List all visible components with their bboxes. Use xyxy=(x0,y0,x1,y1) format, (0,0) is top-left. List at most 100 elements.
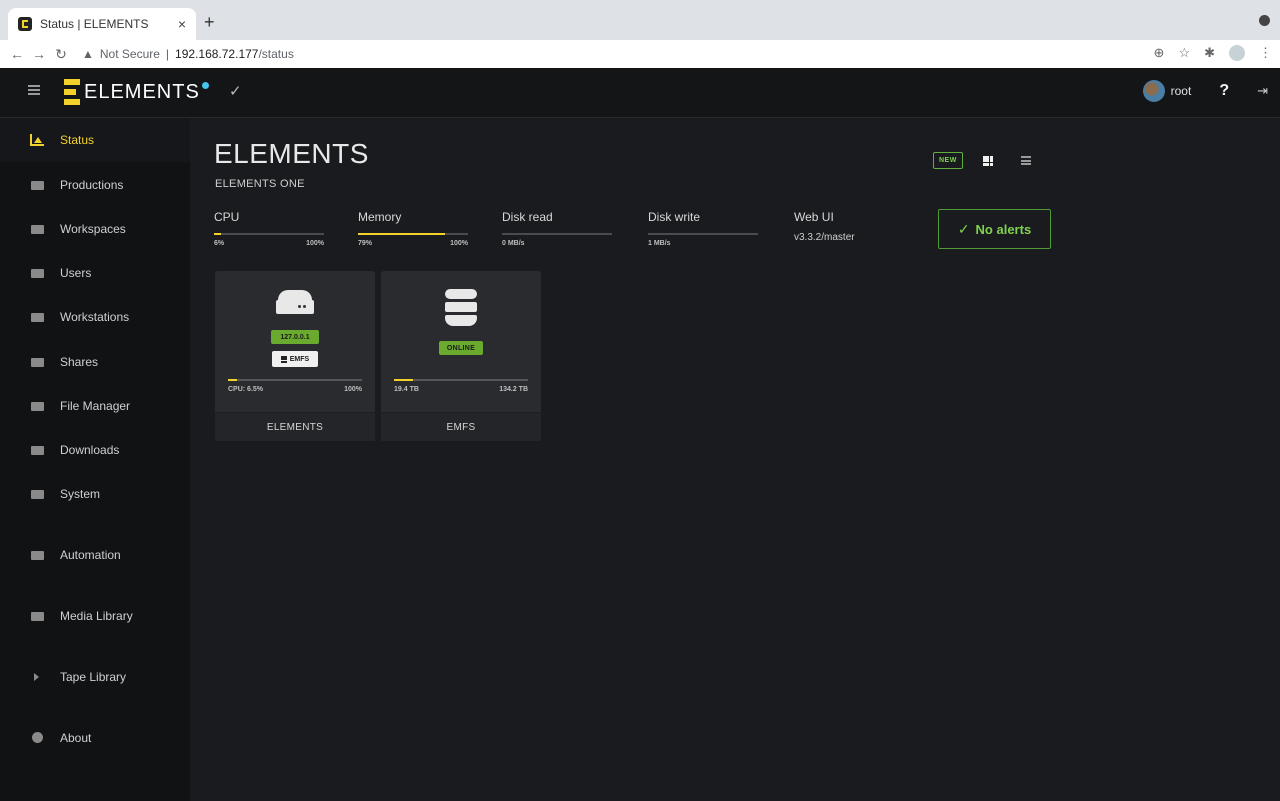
sidebar-item-about[interactable]: About xyxy=(0,716,190,760)
url-separator: | xyxy=(165,47,170,61)
sidebar-item-label: File Manager xyxy=(60,399,131,413)
cpu-value: CPU: 6.5% xyxy=(228,386,264,393)
hamburger-menu-icon[interactable] xyxy=(28,85,40,95)
share-icon xyxy=(30,356,46,368)
metric-bar xyxy=(358,233,468,235)
metric-min: 1 MB/s xyxy=(648,240,671,247)
folder-icon xyxy=(30,223,46,235)
grid-view-icon[interactable] xyxy=(982,155,993,166)
more-menu-icon[interactable]: ⋮ xyxy=(1259,45,1272,61)
storage-bar xyxy=(394,379,528,381)
elements-favicon-icon xyxy=(18,17,32,31)
metric-label: Disk write xyxy=(648,210,701,224)
alerts-label: No alerts xyxy=(975,221,1032,237)
user-name[interactable]: root xyxy=(1171,84,1192,98)
url-path: /status xyxy=(258,47,294,61)
online-badge: ONLINE xyxy=(439,341,483,355)
new-tab-button[interactable]: + xyxy=(204,12,215,33)
page-subtitle: ELEMENTS ONE xyxy=(215,178,305,190)
tab-close-icon[interactable]: × xyxy=(178,16,186,32)
database-icon xyxy=(280,355,287,363)
logo-text: ELEMENTS xyxy=(84,80,200,103)
warning-icon: ▲ xyxy=(82,47,94,61)
metric-min: 79% xyxy=(358,240,373,247)
sidebar-item-file-manager[interactable]: File Manager xyxy=(0,384,190,428)
wrench-icon xyxy=(30,488,46,500)
browser-tabbar: Status | ELEMENTS × + xyxy=(0,0,1280,40)
elements-logo[interactable]: ELEMENTS xyxy=(64,79,209,105)
alerts-button[interactable]: ✓ No alerts xyxy=(938,209,1051,249)
sidebar-item-label: Downloads xyxy=(60,443,120,457)
sidebar-item-system[interactable]: System xyxy=(0,472,190,516)
address-bar: ← → ↻ ▲ Not Secure | 192.168.72.177 /sta… xyxy=(0,40,1280,68)
help-icon[interactable]: ? xyxy=(1219,82,1229,100)
back-icon[interactable]: ← xyxy=(6,46,28,62)
sidebar-item-workspaces[interactable]: Workspaces xyxy=(0,207,190,251)
metric-bar xyxy=(214,233,324,235)
metric-max: 100% xyxy=(450,240,468,247)
network-icon xyxy=(30,311,46,323)
forward-icon[interactable]: → xyxy=(28,46,50,62)
database-icon xyxy=(445,289,477,327)
metric-min: 6% xyxy=(214,240,225,247)
view-toggles: NEW xyxy=(933,152,1031,169)
sidebar-item-label: Automation xyxy=(60,548,121,562)
profile-avatar[interactable] xyxy=(1229,45,1245,61)
sidebar-item-productions[interactable]: Productions xyxy=(0,163,190,207)
browser-tab[interactable]: Status | ELEMENTS × xyxy=(8,8,196,40)
web-ui-metric: Web UI v3.3.2/master xyxy=(794,210,904,243)
sidebar-item-status[interactable]: Status xyxy=(0,118,190,162)
metric-label: Memory xyxy=(358,210,402,224)
url-field[interactable]: ▲ Not Secure | 192.168.72.177 /status xyxy=(82,47,294,61)
volume-card-emfs[interactable]: ONLINE 19.4 TB 134.2 TB EMFS xyxy=(381,271,541,441)
sidebar-item-label: Shares xyxy=(60,355,99,369)
user-avatar[interactable] xyxy=(1142,80,1165,102)
folders-icon xyxy=(30,400,46,412)
metric-label: Web UI xyxy=(794,210,834,224)
sidebar-item-shares[interactable]: Shares xyxy=(0,340,190,384)
sidebar-item-label: About xyxy=(60,731,92,745)
sidebar-item-label: System xyxy=(60,487,101,501)
metric-min: 0 MB/s xyxy=(502,240,525,247)
sidebar-item-users[interactable]: Users xyxy=(0,251,190,295)
header-check-icon[interactable]: ✓ xyxy=(229,82,242,100)
sidebar-item-automation[interactable]: Automation xyxy=(0,533,190,577)
web-ui-version: v3.3.2/master xyxy=(794,232,855,243)
sidebar-item-label: Workstations xyxy=(60,310,130,324)
metric-bar xyxy=(502,233,612,235)
sidebar-item-label: Status xyxy=(60,133,95,147)
extensions-icon[interactable]: ✱ xyxy=(1204,45,1215,61)
ip-badge: 127.0.0.1 xyxy=(271,330,319,344)
server-icon xyxy=(276,290,314,316)
gears-icon xyxy=(30,549,46,561)
server-card-elements[interactable]: 127.0.0.1 EMFS CPU: 6.5% 100% ELEMENTS xyxy=(215,271,375,441)
sidebar-item-downloads[interactable]: Downloads xyxy=(0,428,190,472)
app-header: ELEMENTS ✓ root ? ⇥ xyxy=(0,68,1280,118)
url-host: 192.168.72.177 xyxy=(175,47,259,61)
bookmark-star-icon[interactable]: ☆ xyxy=(1178,45,1190,61)
new-view-button[interactable]: NEW xyxy=(933,152,963,169)
cpu-bar xyxy=(228,379,362,381)
storage-total: 134.2 TB xyxy=(499,386,528,393)
list-view-icon[interactable] xyxy=(1020,156,1031,165)
users-icon xyxy=(30,267,46,279)
storage-used: 19.4 TB xyxy=(394,386,419,393)
reload-icon[interactable]: ↻ xyxy=(50,46,72,63)
briefcase-icon xyxy=(30,179,46,191)
metric-label: CPU xyxy=(214,210,240,224)
page-title: ELEMENTS xyxy=(214,138,369,169)
cpu-max: 100% xyxy=(344,386,362,393)
main-content: ELEMENTS ELEMENTS ONE NEW CPU 6% 100% Me… xyxy=(190,118,1280,801)
sidebar-item-workstations[interactable]: Workstations xyxy=(0,295,190,339)
metric-max: 100% xyxy=(306,240,324,247)
sidebar-item-label: Productions xyxy=(60,178,124,192)
sidebar: Status Productions Workspaces Users Work… xyxy=(0,118,190,801)
logout-icon[interactable]: ⇥ xyxy=(1257,83,1268,99)
emfs-badge-label: EMFS xyxy=(289,355,310,363)
sidebar-item-media-library[interactable]: Media Library xyxy=(0,594,190,638)
zoom-icon[interactable]: ⊕ xyxy=(1154,45,1165,61)
sidebar-item-tape-library[interactable]: Tape Library xyxy=(0,655,190,699)
card-name: EMFS xyxy=(381,412,541,441)
disk-write-metric: Disk write 1 MB/s xyxy=(648,210,758,247)
browser-menu-icon[interactable] xyxy=(1259,15,1270,26)
